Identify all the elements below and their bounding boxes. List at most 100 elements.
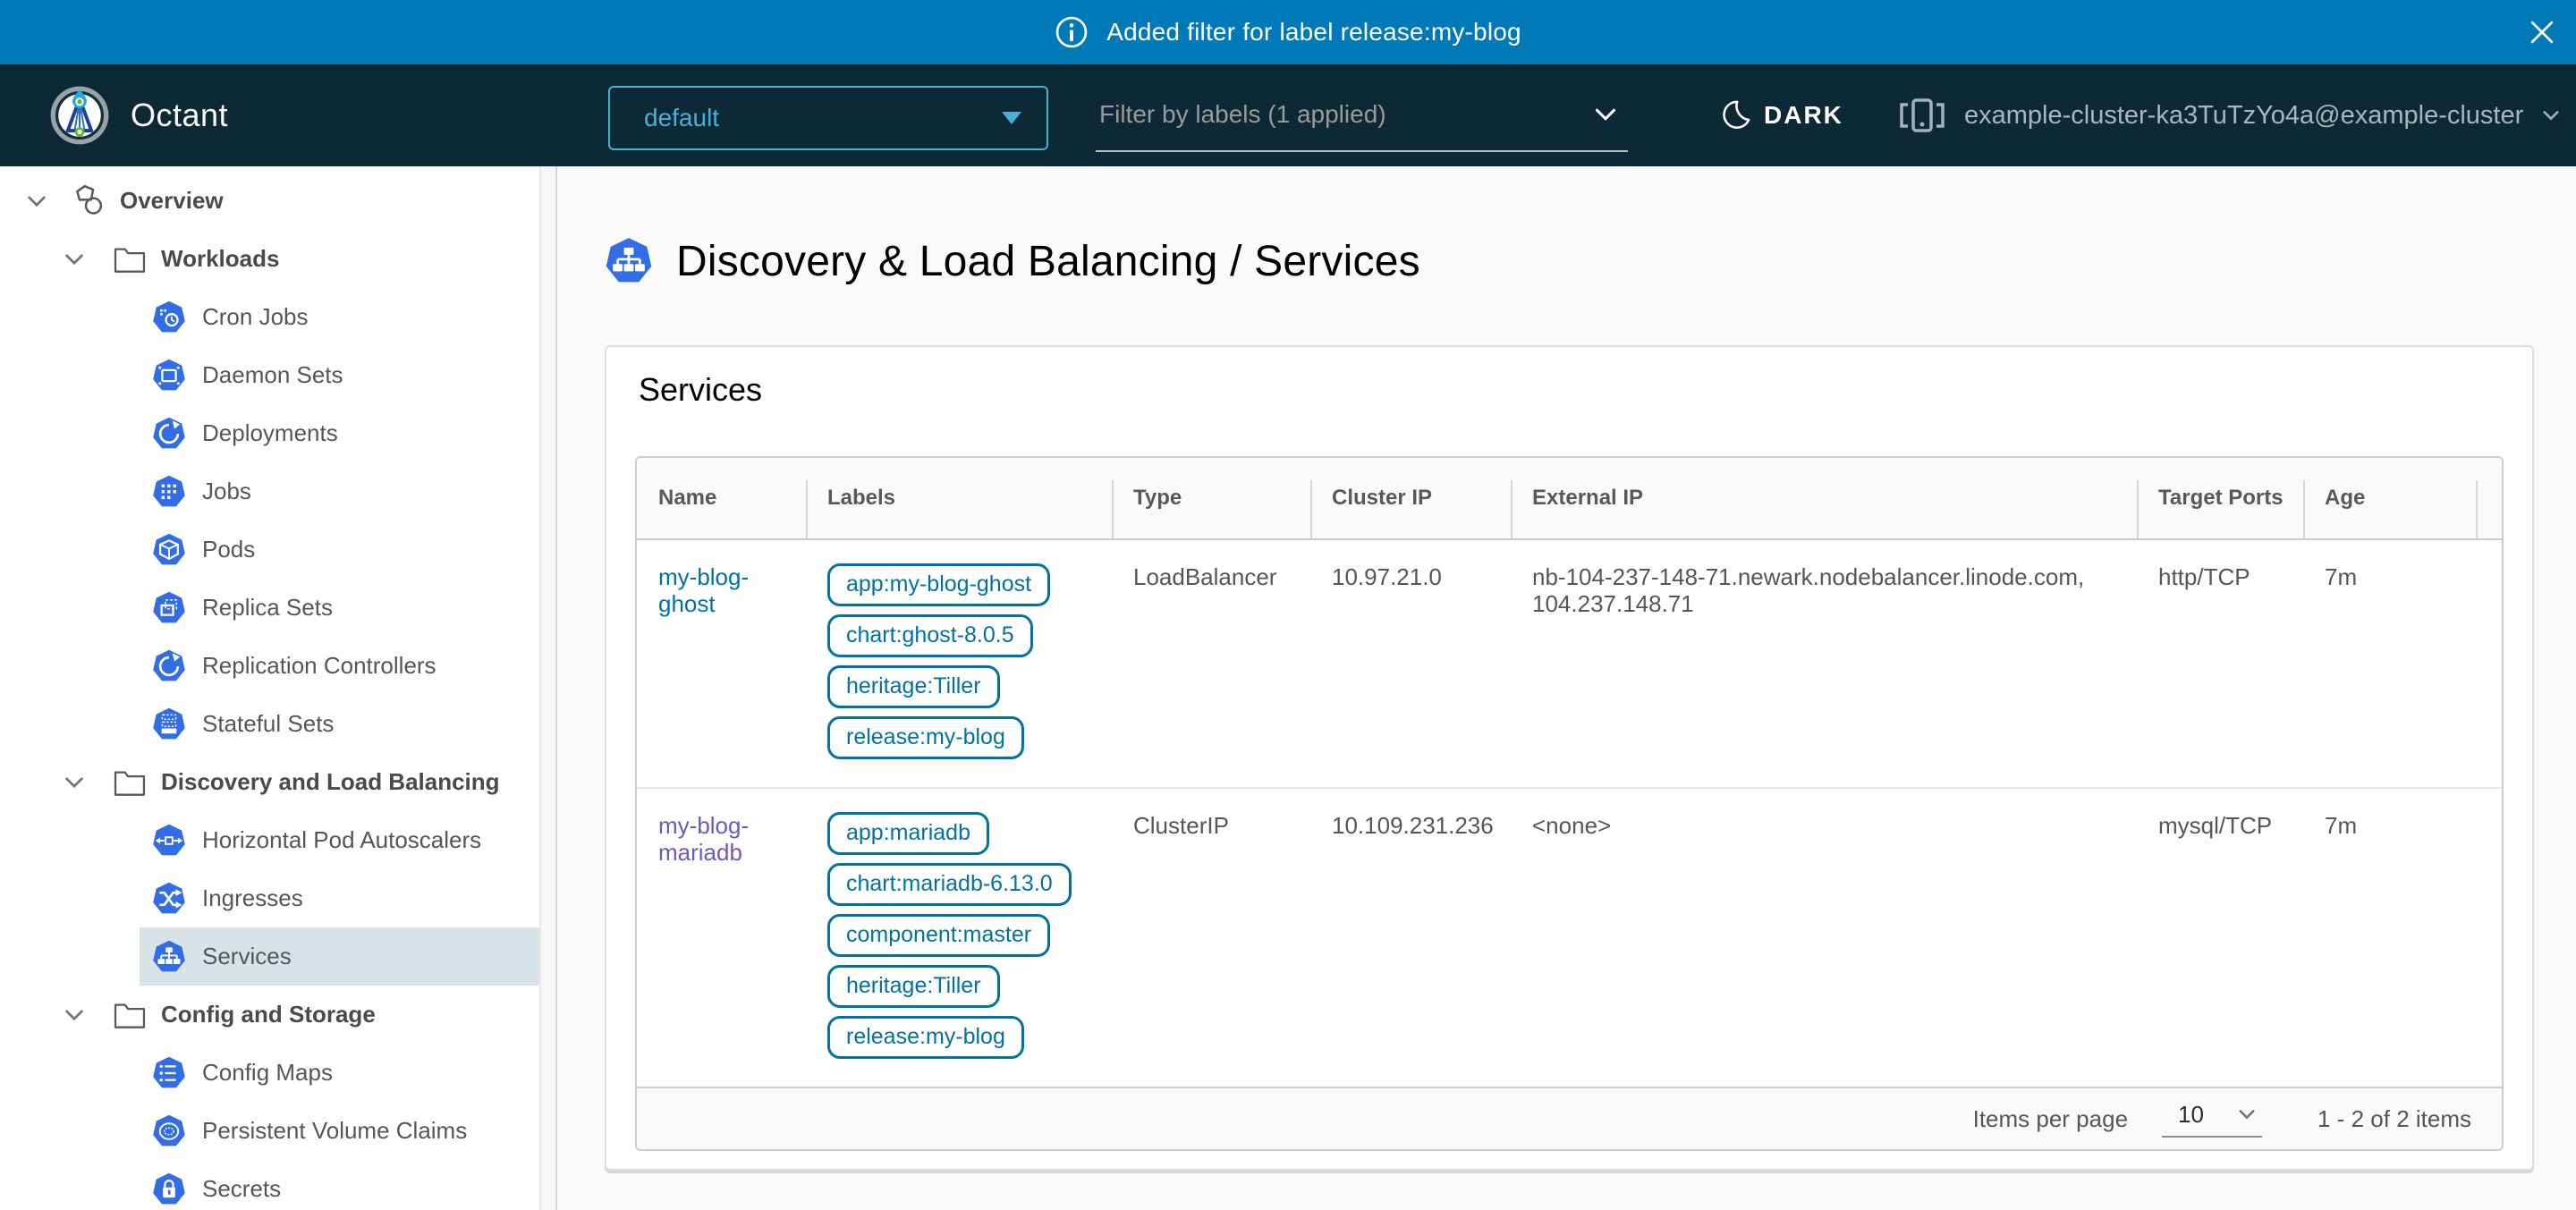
label-filter-dropdown[interactable]: Filter by labels (1 applied) (1096, 84, 1628, 152)
sidebar-item-label: Replica Sets (202, 594, 333, 622)
stateful-sets-icon (152, 707, 186, 741)
chevron-down-icon[interactable] (61, 1002, 88, 1028)
chevron-down-icon[interactable] (23, 188, 50, 215)
sidebar-item-replica-sets[interactable]: Replica Sets (140, 579, 555, 637)
label-badge[interactable]: release:my-blog (827, 716, 1024, 759)
octant-logo-icon (50, 86, 109, 145)
service-name-link[interactable]: my-blog-ghost (658, 563, 776, 617)
table-footer: Items per page 10 1 - 2 of 2 items (637, 1087, 2502, 1149)
replica-sets-icon (152, 591, 186, 625)
service-icon (605, 237, 653, 285)
column-header-age[interactable]: Age (2303, 458, 2476, 538)
sidebar-item-replication-controllers[interactable]: Replication Controllers (140, 637, 555, 695)
label-badge[interactable]: app:mariadb (827, 812, 989, 855)
jobs-icon (152, 475, 186, 509)
sidebar-navigation: OverviewWorkloadsCron Jobs Daemon Sets Dep… (0, 166, 557, 1210)
caret-down-icon (1002, 112, 1021, 124)
sidebar-item-horizontal-pod-autoscalers[interactable]: Horizontal Pod Autoscalers (140, 811, 555, 869)
column-header-label: Type (1133, 486, 1182, 510)
namespace-selector[interactable]: default (608, 86, 1048, 150)
table-row: my-blog-ghost app:my-blog-ghost chart:ghos… (637, 540, 2502, 787)
card-title: Services (635, 370, 2504, 410)
app-title: Octant (131, 97, 228, 134)
sidebar-item-label: Daemon Sets (202, 361, 343, 389)
column-header-label: Name (658, 486, 716, 510)
column-header-cluster-ip[interactable]: Cluster IP (1310, 458, 1511, 538)
cell-type: LoadBalancer (1112, 540, 1310, 787)
sidebar-item-persistent-volume-claims[interactable]: Persistent Volume Claims (140, 1102, 555, 1160)
label-badge[interactable]: release:my-blog (827, 1016, 1024, 1059)
cell-external-ip: <none> (1511, 789, 2137, 1087)
sidebar-item-ingresses[interactable]: Ingresses (140, 869, 555, 927)
chevron-down-icon[interactable] (61, 246, 88, 273)
host-icon (1896, 93, 1948, 138)
label-badge[interactable]: heritage:Tiller (827, 965, 1000, 1008)
cell-target-ports: http/TCP (2137, 540, 2303, 787)
sidebar-item-label: Deployments (202, 419, 338, 447)
pods-icon (152, 533, 186, 567)
services-card: Services Name Labels Type Cluster IP Externa… (605, 345, 2534, 1171)
kube-context-selector[interactable]: example-cluster-ka3TuTzYo4a@example-clus… (1896, 64, 2563, 166)
sidebar-item-secrets[interactable]: Secrets (140, 1160, 555, 1210)
label-badge[interactable]: heritage:Tiller (827, 665, 1000, 708)
cell-target-ports: mysql/TCP (2137, 789, 2303, 1087)
sidebar-item-label: Stateful Sets (202, 710, 334, 738)
sidebar-item-label: Pods (202, 536, 255, 563)
sidebar-item-label: Jobs (202, 478, 251, 505)
sidebar-item-services[interactable]: Services (140, 927, 555, 986)
label-badge[interactable]: app:my-blog-ghost (827, 563, 1050, 606)
column-header-external-ip[interactable]: External IP (1511, 458, 2137, 538)
column-header-label: Labels (827, 486, 895, 510)
page-title: Discovery & Load Balancing / Services (676, 237, 1420, 286)
sidebar-item-cron-jobs[interactable]: Cron Jobs (140, 288, 555, 346)
sidebar-item-pods[interactable]: Pods (140, 520, 555, 579)
cell-type: ClusterIP (1112, 789, 1310, 1087)
services-table: Name Labels Type Cluster IP External IP Targe… (635, 456, 2504, 1151)
context-value: example-cluster-ka3TuTzYo4a@example-clus… (1964, 101, 2523, 131)
column-header-label: Cluster IP (1332, 486, 1432, 510)
column-header-name[interactable]: Name (637, 458, 806, 538)
sidebar-item-label: Replication Controllers (202, 652, 436, 680)
alert-message: Added filter for label release:my-blog (1106, 18, 1521, 47)
sidebar-item-daemon-sets[interactable]: Daemon Sets (140, 346, 555, 404)
horizontal-pod-autoscalers-icon (152, 824, 186, 858)
column-header-label: Age (2325, 486, 2365, 510)
label-badge[interactable]: chart:ghost-8.0.5 (827, 614, 1033, 657)
brand: Octant (50, 64, 228, 166)
sidebar-item-jobs[interactable]: Jobs (140, 462, 555, 520)
column-header-type[interactable]: Type (1112, 458, 1310, 538)
namespace-value: default (644, 104, 1002, 132)
column-header-label: Target Ports (2158, 486, 2284, 510)
sidebar-item-label: Ingresses (202, 884, 303, 912)
sidebar-item-label: Config Maps (202, 1059, 333, 1087)
cron-jobs-icon (152, 300, 186, 334)
theme-toggle-label: DARK (1764, 101, 1843, 130)
label-badge[interactable]: component:master (827, 914, 1050, 957)
sidebar-item-config-and-storage[interactable]: Config and Storage (0, 986, 555, 1044)
items-per-page-select[interactable]: 10 (2162, 1101, 2262, 1138)
close-icon[interactable] (2522, 13, 2562, 52)
sidebar-item-stateful-sets[interactable]: Stateful Sets (140, 695, 555, 753)
label-filter-text: Filter by labels (1 applied) (1099, 100, 1590, 129)
cell-cluster-ip: 10.97.21.0 (1310, 540, 1511, 787)
column-header-target-ports[interactable]: Target Ports (2137, 458, 2303, 538)
chevron-down-icon (2539, 104, 2563, 127)
column-header-labels[interactable]: Labels (806, 458, 1112, 538)
sidebar-item-workloads[interactable]: Workloads (0, 230, 555, 288)
app-header: Octant default Filter by labels (1 appli… (0, 64, 2576, 166)
label-badge[interactable]: chart:mariadb-6.13.0 (827, 863, 1072, 906)
chevron-down-icon[interactable] (61, 769, 88, 796)
cell-external-ip: nb-104-237-148-71.newark.nodebalancer.li… (1511, 540, 2137, 787)
chevron-down-icon (2235, 1103, 2258, 1126)
dark-theme-toggle[interactable]: DARK (1719, 64, 1843, 166)
sidebar-item-overview[interactable]: Overview (0, 172, 555, 230)
deployments-icon (152, 417, 186, 451)
main-content: Discovery & Load Balancing / Services Se… (557, 166, 2576, 1210)
column-header-label: External IP (1532, 486, 1643, 510)
service-name-link[interactable]: my-blog-mariadb (658, 812, 776, 866)
sidebar-item-config-maps[interactable]: Config Maps (140, 1044, 555, 1102)
persistent-volume-claims-icon (152, 1114, 186, 1148)
sidebar-item-discovery-and-load-balancing[interactable]: Discovery and Load Balancing (0, 753, 555, 811)
sidebar-item-deployments[interactable]: Deployments (140, 404, 555, 462)
sidebar-scrollbar[interactable] (539, 166, 555, 1210)
